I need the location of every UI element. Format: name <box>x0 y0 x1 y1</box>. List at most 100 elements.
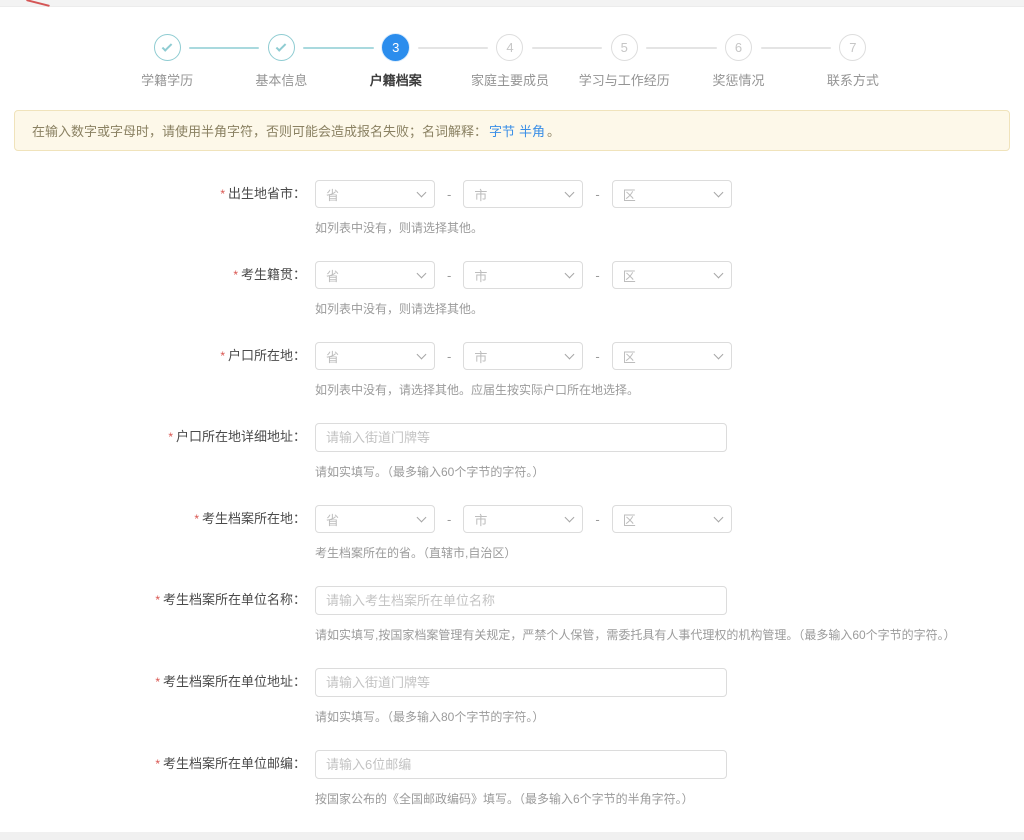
step-pending-circle: 6 <box>725 34 752 61</box>
field-label: *户口所在地详细地址： <box>0 423 306 480</box>
dash-separator: - <box>595 268 599 283</box>
required-asterisk: * <box>220 187 225 201</box>
field-label: *考生档案所在单位地址： <box>0 668 306 725</box>
dash-separator: - <box>447 349 451 364</box>
dash-separator: - <box>447 187 451 202</box>
required-asterisk: * <box>155 757 160 771</box>
chevron-down-icon <box>565 350 575 360</box>
archive-unit-address-input[interactable] <box>315 668 727 697</box>
link-zijie[interactable]: 字节 <box>489 124 515 139</box>
step-active-circle: 3 <box>382 34 409 61</box>
chevron-down-icon <box>713 350 723 360</box>
hukou-province-select[interactable]: 省 <box>315 342 435 370</box>
archive-unit-postcode-input[interactable] <box>315 750 727 779</box>
chevron-down-icon <box>713 513 723 523</box>
notice-suffix: 。 <box>547 124 560 139</box>
required-asterisk: * <box>194 512 199 526</box>
stepper-step-2-jiben-xinxi[interactable]: 基本信息 <box>224 34 338 89</box>
hukou-city-select[interactable]: 市 <box>463 342 583 370</box>
birthplace-city-select[interactable]: 市 <box>463 180 583 208</box>
step-pending-circle: 7 <box>839 34 866 61</box>
stepper-step-6-jiangcheng[interactable]: 6 奖惩情况 <box>681 34 795 89</box>
step-label: 奖惩情况 <box>681 70 795 89</box>
birthplace-district-select[interactable]: 区 <box>612 180 732 208</box>
chevron-down-icon <box>417 269 427 279</box>
form-row-birthplace: *出生地省市： 省 - 市 - 区 如列表中没有，则请选择其他。 <box>0 180 1024 236</box>
hukou-address-input[interactable] <box>315 423 727 452</box>
check-icon <box>162 41 173 52</box>
step-label: 户籍档案 <box>339 70 453 89</box>
required-asterisk: * <box>220 349 225 363</box>
check-icon <box>276 41 287 52</box>
archive-city-select[interactable]: 市 <box>463 505 583 533</box>
page-bottom-strip <box>0 832 1024 840</box>
dash-separator: - <box>595 187 599 202</box>
dash-separator: - <box>595 512 599 527</box>
native-place-city-select[interactable]: 市 <box>463 261 583 289</box>
notice-text: 在输入数字或字母时，请使用半角字符，否则可能会造成报名失败；名词解释： <box>32 124 487 139</box>
chevron-down-icon <box>565 188 575 198</box>
stepper-step-1-xueji-xueli[interactable]: 学籍学历 <box>110 34 224 89</box>
field-hint: 按国家公布的《全国邮政编码》填写。（最多输入6个字节的半角字符。） <box>315 790 727 807</box>
step-done-circle <box>268 34 295 61</box>
registration-form-page: 学籍学历 基本信息 3 户籍档案 4 家庭主要成员 5 学习与工作经历 6 奖惩… <box>0 0 1024 840</box>
field-label: *考生档案所在单位邮编： <box>0 750 306 807</box>
step-pending-circle: 4 <box>496 34 523 61</box>
region-select-group: 省 - 市 - 区 <box>315 180 732 208</box>
wizard-stepper: 学籍学历 基本信息 3 户籍档案 4 家庭主要成员 5 学习与工作经历 6 奖惩… <box>110 34 910 89</box>
chevron-down-icon <box>565 513 575 523</box>
chevron-down-icon <box>713 269 723 279</box>
step-pending-circle: 5 <box>611 34 638 61</box>
page-top-strip <box>0 0 1024 7</box>
form-row-archive-location: *考生档案所在地： 省 - 市 - 区 考生档案所在的省。（直辖市,自治区） <box>0 505 1024 561</box>
field-label: *考生籍贯： <box>0 261 306 317</box>
birthplace-province-select[interactable]: 省 <box>315 180 435 208</box>
region-select-group: 省 - 市 - 区 <box>315 342 732 370</box>
stepper-step-3-huji-dangan[interactable]: 3 户籍档案 <box>339 34 453 89</box>
step-label: 学籍学历 <box>110 70 224 89</box>
archive-district-select[interactable]: 区 <box>612 505 732 533</box>
field-label: *考生档案所在地： <box>0 505 306 561</box>
stepper-step-5-xuexi-gongzuo[interactable]: 5 学习与工作经历 <box>567 34 681 89</box>
archive-province-select[interactable]: 省 <box>315 505 435 533</box>
hukou-archive-form: *出生地省市： 省 - 市 - 区 如列表中没有，则请选择其他。 *考生籍贯： … <box>0 180 1024 840</box>
stepper-step-7-lianxi-fangshi[interactable]: 7 联系方式 <box>796 34 910 89</box>
chevron-down-icon <box>565 269 575 279</box>
field-hint: 如列表中没有，则请选择其他。 <box>315 219 732 236</box>
field-label: *出生地省市： <box>0 180 306 236</box>
form-row-archive-unit-postcode: *考生档案所在单位邮编： 按国家公布的《全国邮政编码》填写。（最多输入6个字节的… <box>0 750 1024 807</box>
step-label: 家庭主要成员 <box>453 70 567 89</box>
form-row-native-place: *考生籍贯： 省 - 市 - 区 如列表中没有，则请选择其他。 <box>0 261 1024 317</box>
required-asterisk: * <box>155 593 160 607</box>
hukou-district-select[interactable]: 区 <box>612 342 732 370</box>
native-place-province-select[interactable]: 省 <box>315 261 435 289</box>
archive-unit-name-input[interactable] <box>315 586 727 615</box>
required-asterisk: * <box>168 430 173 444</box>
region-select-group: 省 - 市 - 区 <box>315 261 732 289</box>
field-label: *考生档案所在单位名称： <box>0 586 306 643</box>
step-label: 学习与工作经历 <box>567 70 681 89</box>
dash-separator: - <box>447 512 451 527</box>
form-row-archive-unit-address: *考生档案所在单位地址： 请如实填写。（最多输入80个字节的字符。） <box>0 668 1024 725</box>
step-label: 基本信息 <box>224 70 338 89</box>
halfwidth-warning-banner: 在输入数字或字母时，请使用半角字符，否则可能会造成报名失败；名词解释：字节半角。 <box>14 110 1010 151</box>
stepper-step-4-jiating-chengyuan[interactable]: 4 家庭主要成员 <box>453 34 567 89</box>
required-asterisk: * <box>155 675 160 689</box>
chevron-down-icon <box>417 188 427 198</box>
chevron-down-icon <box>417 350 427 360</box>
field-label: *户口所在地： <box>0 342 306 398</box>
step-done-circle <box>154 34 181 61</box>
field-hint: 考生档案所在的省。（直辖市,自治区） <box>315 544 732 561</box>
native-place-district-select[interactable]: 区 <box>612 261 732 289</box>
form-row-hukou-location: *户口所在地： 省 - 市 - 区 如列表中没有，请选择其他。应届生按实际户口所… <box>0 342 1024 398</box>
step-label: 联系方式 <box>796 70 910 89</box>
field-hint: 如列表中没有，请选择其他。应届生按实际户口所在地选择。 <box>315 381 732 398</box>
chevron-down-icon <box>713 188 723 198</box>
form-row-archive-unit-name: *考生档案所在单位名称： 请如实填写,按国家档案管理有关规定，严禁个人保管，需委… <box>0 586 1024 643</box>
form-row-hukou-address: *户口所在地详细地址： 请如实填写。（最多输入60个字节的字符。） <box>0 423 1024 480</box>
field-hint: 请如实填写。（最多输入60个字节的字符。） <box>315 463 727 480</box>
link-banjiao[interactable]: 半角 <box>519 124 545 139</box>
chevron-down-icon <box>417 513 427 523</box>
field-hint: 请如实填写,按国家档案管理有关规定，严禁个人保管，需委托具有人事代理权的机构管理… <box>315 626 956 643</box>
required-asterisk: * <box>233 268 238 282</box>
